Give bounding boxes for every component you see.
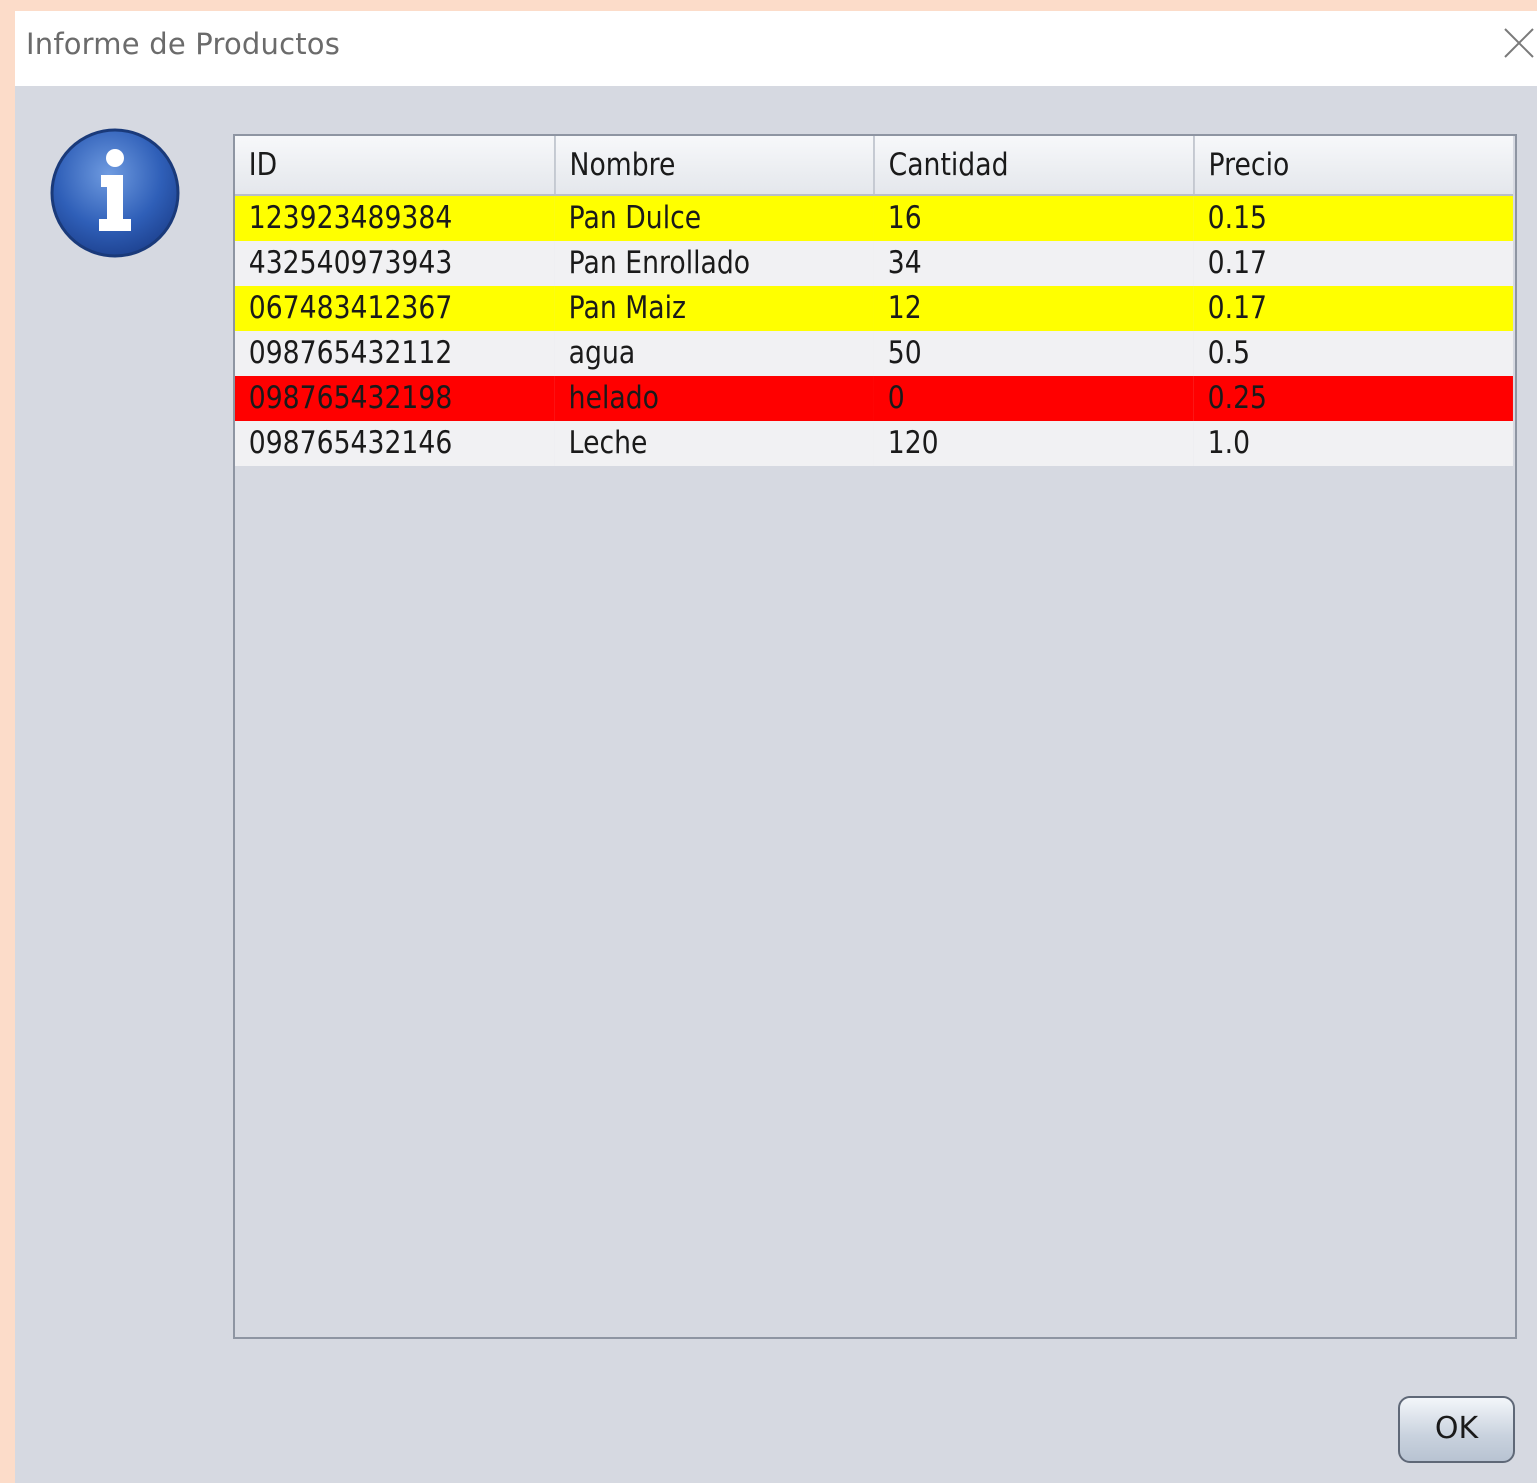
product-report-dialog: Informe de Productos ID Nombre Cantidad … (15, 11, 1537, 1483)
table-row[interactable]: 098765432146 Leche 120 1.0 (235, 421, 1513, 466)
cell-cantidad: 120 (873, 421, 1194, 466)
cell-cantidad: 12 (873, 286, 1194, 331)
cell-id: 432540973943 (235, 241, 555, 286)
column-header-id[interactable]: ID (235, 136, 556, 196)
table-header-row: ID Nombre Cantidad Precio (235, 136, 1513, 196)
products-table[interactable]: ID Nombre Cantidad Precio 123923489384 P… (233, 134, 1517, 1339)
column-header-precio[interactable]: Precio (1193, 136, 1513, 196)
cell-cantidad: 16 (873, 195, 1194, 241)
cell-precio: 0.5 (1193, 331, 1513, 376)
cell-precio: 0.17 (1193, 241, 1513, 286)
cell-cantidad: 0 (873, 376, 1194, 421)
cell-nombre: Pan Enrollado (554, 241, 874, 286)
info-icon (50, 128, 180, 258)
cell-precio: 0.25 (1193, 376, 1513, 421)
cell-nombre: helado (554, 376, 874, 421)
column-header-nombre[interactable]: Nombre (554, 136, 875, 196)
column-header-cantidad[interactable]: Cantidad (873, 136, 1195, 196)
table-row[interactable]: 432540973943 Pan Enrollado 34 0.17 (235, 241, 1513, 286)
cell-precio: 1.0 (1193, 421, 1513, 466)
cell-precio: 0.15 (1193, 195, 1513, 241)
cell-cantidad: 34 (873, 241, 1194, 286)
products-grid: ID Nombre Cantidad Precio 123923489384 P… (235, 136, 1513, 466)
close-button[interactable] (1501, 25, 1537, 61)
cell-nombre: Pan Dulce (554, 195, 874, 241)
cell-cantidad: 50 (873, 331, 1194, 376)
cell-id: 123923489384 (235, 195, 555, 241)
cell-id: 067483412367 (235, 286, 555, 331)
cell-id: 098765432198 (235, 376, 555, 421)
table-row[interactable]: 098765432198 helado 0 0.25 (235, 376, 1513, 421)
table-row[interactable]: 123923489384 Pan Dulce 16 0.15 (235, 195, 1513, 241)
cell-precio: 0.17 (1193, 286, 1513, 331)
cell-nombre: Pan Maiz (554, 286, 874, 331)
cell-nombre: Leche (554, 421, 874, 466)
cell-id: 098765432146 (235, 421, 555, 466)
title-bar: Informe de Productos (15, 11, 1537, 86)
cell-nombre: agua (554, 331, 874, 376)
table-row[interactable]: 067483412367 Pan Maiz 12 0.17 (235, 286, 1513, 331)
close-icon (1504, 28, 1534, 58)
window-title: Informe de Productos (26, 27, 341, 61)
ok-button[interactable]: OK (1398, 1396, 1515, 1463)
cell-id: 098765432112 (235, 331, 555, 376)
table-row[interactable]: 098765432112 agua 50 0.5 (235, 331, 1513, 376)
